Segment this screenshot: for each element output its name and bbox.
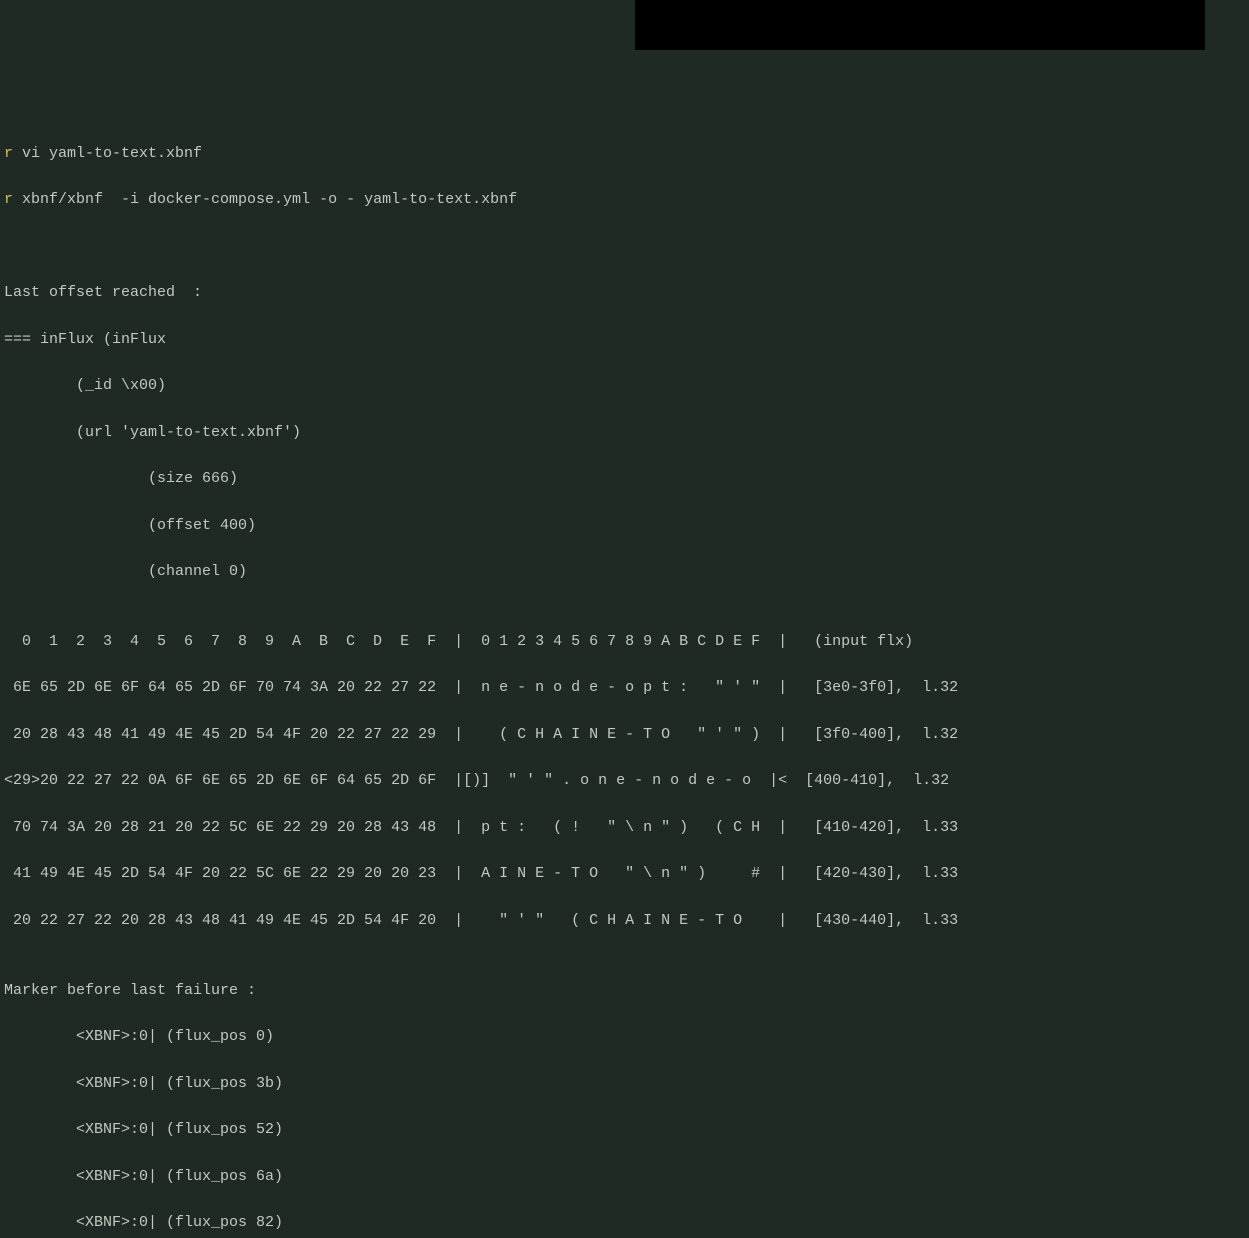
marker-entry: <XBNF>:0| (flux_pos 52) [4,1118,1245,1141]
hex-row: 6E 65 2D 6E 6F 64 65 2D 6F 70 74 3A 20 2… [4,676,1245,699]
command-line-1: r vi yaml-to-text.xbnf [4,142,1245,165]
output-url: (url 'yaml-to-text.xbnf') [4,421,1245,444]
output-influx: === inFlux (inFlux [4,328,1245,351]
command-text: vi yaml-to-text.xbnf [13,145,202,162]
hex-row: 20 22 27 22 20 28 43 48 41 49 4E 45 2D 5… [4,909,1245,932]
prompt-char: r [4,191,13,208]
marker-entry: <XBNF>:0| (flux_pos 3b) [4,1072,1245,1095]
hex-row: <29>20 22 27 22 0A 6F 6E 65 2D 6E 6F 64 … [4,769,1245,792]
command-text: xbnf/xbnf -i docker-compose.yml -o - yam… [13,191,517,208]
marker-entry: <XBNF>:0| (flux_pos 82) [4,1211,1245,1234]
output-offset: (offset 400) [4,514,1245,537]
hex-row: 41 49 4E 45 2D 54 4F 20 22 5C 6E 22 29 2… [4,862,1245,885]
marker-entry: <XBNF>:0| (flux_pos 6a) [4,1165,1245,1188]
hex-row: 20 28 43 48 41 49 4E 45 2D 54 4F 20 22 2… [4,723,1245,746]
redaction-block [635,0,1205,50]
output-header: Last offset reached : [4,281,1245,304]
marker-header: Marker before last failure : [4,979,1245,1002]
hex-row: 70 74 3A 20 28 21 20 22 5C 6E 22 29 20 2… [4,816,1245,839]
command-line-2: r xbnf/xbnf -i docker-compose.yml -o - y… [4,188,1245,211]
output-channel: (channel 0) [4,560,1245,583]
output-size: (size 666) [4,467,1245,490]
prompt-char: r [4,145,13,162]
output-id: (_id \x00) [4,374,1245,397]
marker-entry: <XBNF>:0| (flux_pos 0) [4,1025,1245,1048]
hex-header-row: 0 1 2 3 4 5 6 7 8 9 A B C D E F | 0 1 2 … [4,630,1245,653]
